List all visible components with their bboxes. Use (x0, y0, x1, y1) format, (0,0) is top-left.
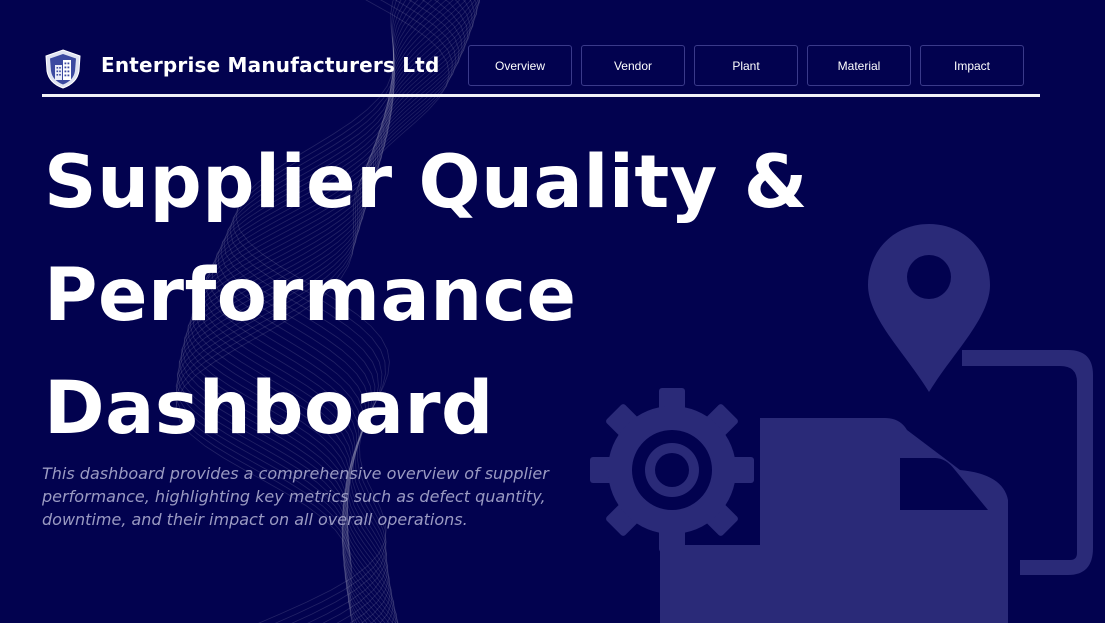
page-title: Supplier Quality & Performance Dashboard (44, 126, 808, 465)
nav-impact-button[interactable]: Impact (920, 45, 1024, 86)
main-navigation: Overview Vendor Plant Material Impact (468, 45, 1024, 86)
header-divider (42, 94, 1040, 97)
company-name: Enterprise Manufacturers Ltd (101, 53, 440, 77)
shield-building-icon (45, 49, 81, 89)
title-line-3: Dashboard (44, 366, 494, 451)
nav-material-button[interactable]: Material (807, 45, 911, 86)
nav-overview-button[interactable]: Overview (468, 45, 572, 86)
title-line-2: Performance (44, 253, 577, 338)
dashboard-description: This dashboard provides a comprehensive … (42, 464, 549, 529)
title-line-1: Supplier Quality & (44, 140, 808, 225)
dashboard-cover: Enterprise Manufacturers Ltd Overview Ve… (0, 0, 1105, 623)
map-pin-icon (868, 224, 990, 392)
nav-vendor-button[interactable]: Vendor (581, 45, 685, 86)
nav-plant-button[interactable]: Plant (694, 45, 798, 86)
